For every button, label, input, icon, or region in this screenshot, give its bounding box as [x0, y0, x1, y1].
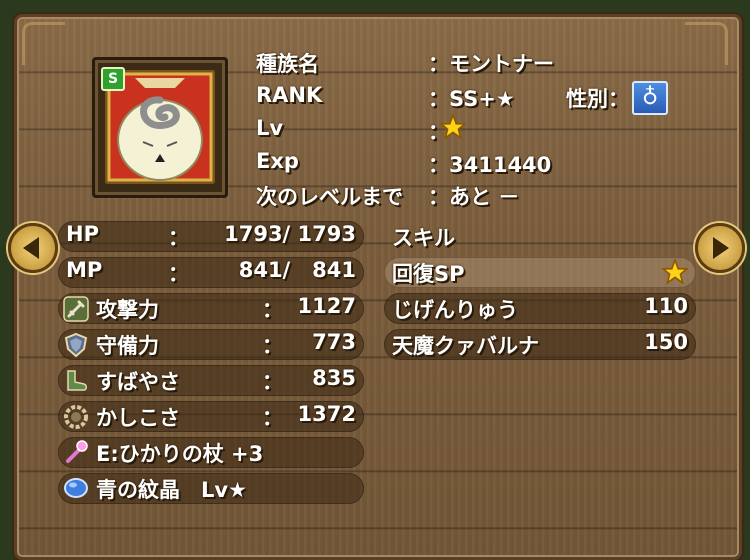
skill-star-icon	[662, 259, 688, 285]
status-screen: S 種族名 ：モントナー RANK ：SS+★ 性別： ♁ Lv ： Exp ：…	[0, 0, 750, 560]
skill-name: 回復SP	[392, 262, 465, 286]
rank-value: ：SS+★	[428, 83, 515, 113]
skills-header: スキル	[392, 226, 455, 250]
skill-name: じげんりゅう	[392, 298, 518, 322]
gender-label: 性別：	[566, 87, 629, 111]
prev-monster-button[interactable]	[8, 223, 58, 273]
next-monster-button[interactable]	[695, 223, 745, 273]
stat-label: かしこさ	[96, 406, 180, 430]
stat-label: HP	[66, 222, 99, 246]
stat-colon: ：	[168, 226, 189, 250]
gender-icon: ♁	[632, 81, 668, 115]
rank-label: RANK	[256, 83, 323, 107]
rank-star: ★	[495, 87, 515, 111]
stat-label: 守備力	[96, 334, 159, 358]
boot-icon	[67, 370, 87, 391]
staff-icon	[66, 440, 88, 463]
stat-value: 1127	[297, 294, 356, 318]
ornament-corner	[685, 22, 728, 65]
level-star-icon	[440, 114, 466, 140]
brain-icon	[64, 405, 88, 429]
ornament-corner	[22, 22, 65, 65]
next-level-value: ：あと －	[428, 185, 520, 209]
stat-value: 773	[312, 330, 356, 354]
stat-colon: ：	[262, 298, 283, 322]
arrow-right-icon	[713, 237, 729, 259]
arrow-left-icon	[23, 237, 39, 259]
skill-name: 天魔クァバルナ	[392, 334, 539, 358]
sword-icon	[63, 296, 89, 322]
shield-icon	[64, 332, 88, 358]
stat-label: MP	[66, 258, 103, 282]
species-label: 種族名	[256, 52, 319, 76]
level-label: Lv	[256, 116, 284, 140]
equipped-orb: 青の紋晶 Lv★	[96, 478, 247, 502]
stat-value: 1793/ 1793	[224, 222, 356, 246]
stat-colon: ：	[262, 370, 283, 394]
blue-gem-icon	[64, 478, 88, 498]
skill-points: 150	[644, 330, 688, 354]
skill-points: 110	[644, 294, 688, 318]
exp-label: Exp	[256, 149, 299, 173]
rank-text: ：SS+	[428, 87, 496, 111]
exp-value: ：3411440	[428, 153, 552, 177]
stat-value: 1372	[297, 402, 356, 426]
next-level-label: 次のレベルまで	[256, 185, 403, 209]
stat-label: 攻撃力	[96, 298, 159, 322]
monster-portrait-frame: S	[92, 57, 228, 198]
equipped-weapon: E:ひかりの杖 +3	[96, 442, 264, 466]
rarity-badge: S	[101, 67, 125, 91]
stat-value: 835	[312, 366, 356, 390]
stat-colon: ：	[262, 406, 283, 430]
stat-colon: ：	[168, 262, 189, 286]
species-value: ：モントナー	[428, 52, 554, 76]
stat-colon: ：	[262, 334, 283, 358]
stat-value: 841/ 841	[238, 258, 356, 282]
stat-label: すばやさ	[96, 370, 180, 394]
